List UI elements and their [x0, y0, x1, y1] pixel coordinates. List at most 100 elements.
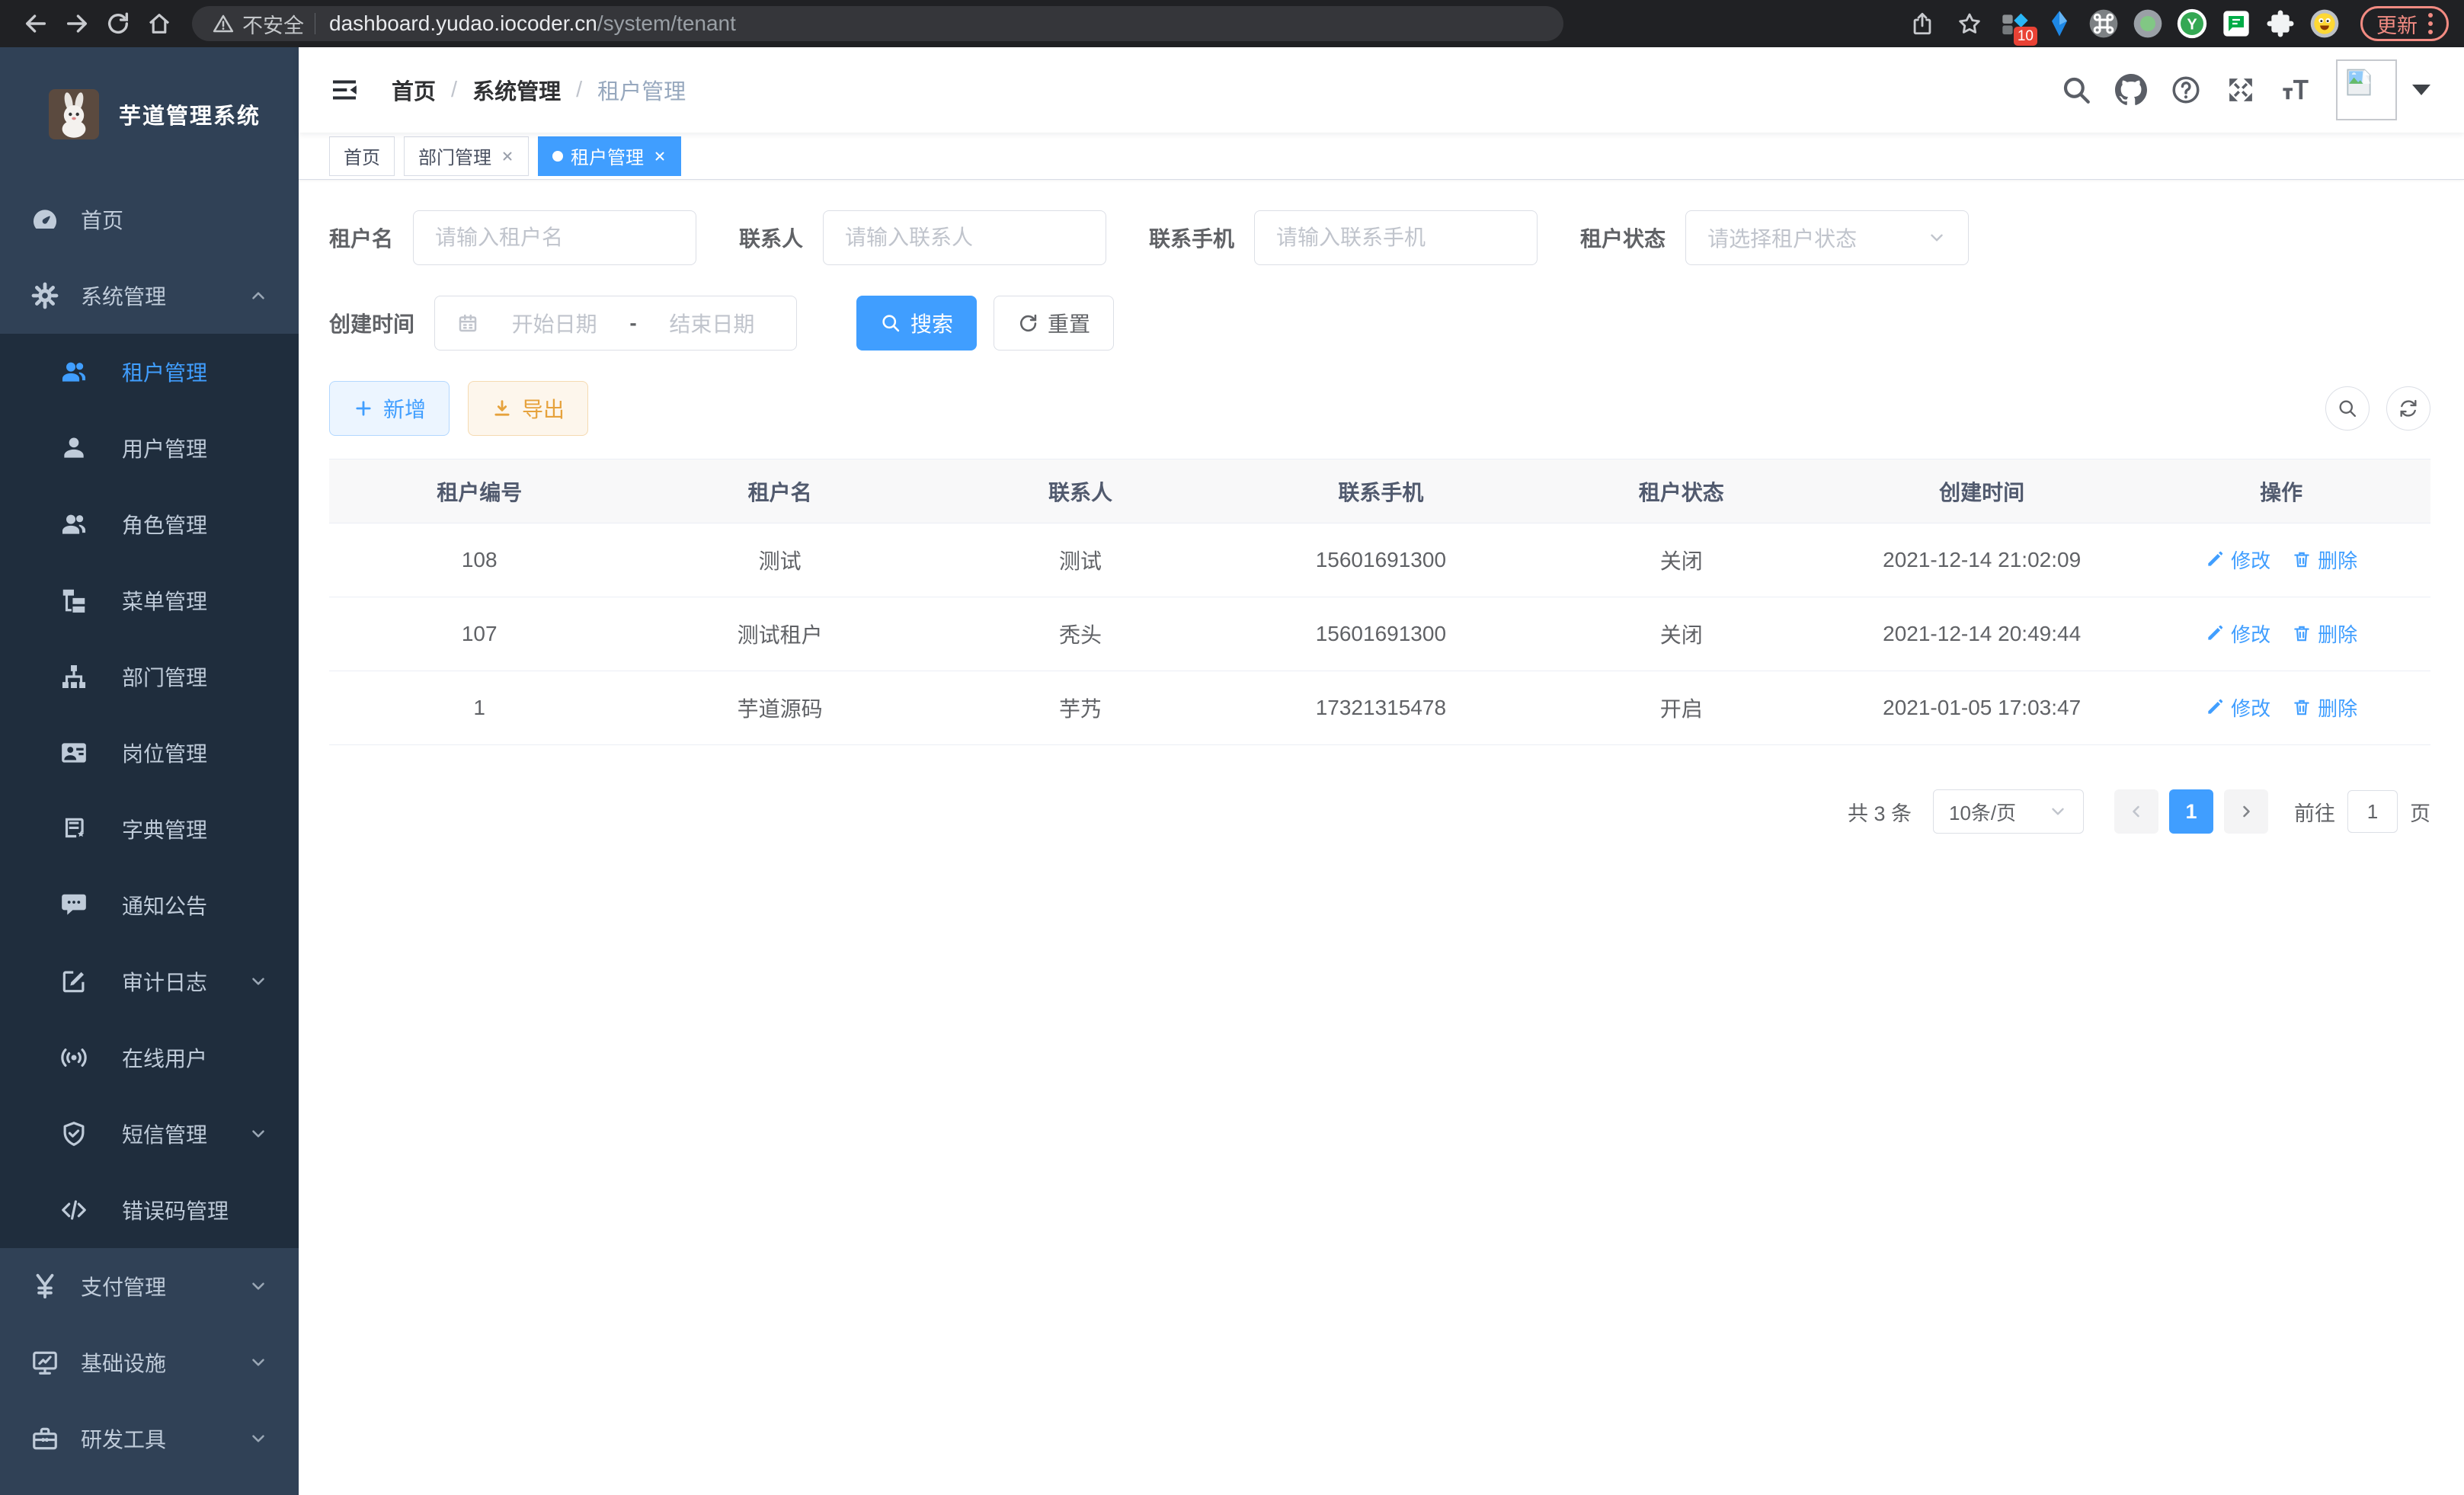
mobile-input[interactable]: [1254, 210, 1538, 265]
extension-kite-icon[interactable]: [2040, 5, 2078, 43]
sidebar-item-role[interactable]: 角色管理: [0, 486, 299, 562]
sidebar-item-online-users[interactable]: 在线用户: [0, 1020, 299, 1096]
sidebar-item-sms[interactable]: 短信管理: [0, 1096, 299, 1172]
delete-link[interactable]: 删除: [2292, 546, 2357, 574]
share-icon[interactable]: [1902, 5, 1943, 43]
page-size-select[interactable]: 10条/页: [1933, 789, 2084, 834]
extension-y-icon[interactable]: Y: [2173, 5, 2211, 43]
sidebar-item-menu[interactable]: 菜单管理: [0, 562, 299, 639]
close-icon[interactable]: [501, 149, 514, 163]
contact-input-native[interactable]: [845, 226, 1084, 250]
avatar[interactable]: [2336, 59, 2397, 120]
cell-mobile: 15601691300: [1230, 523, 1531, 597]
tenant-name-input[interactable]: [413, 210, 696, 265]
add-button[interactable]: 新增: [329, 381, 450, 436]
filter-contact: 联系人: [739, 210, 1106, 265]
filter-create-time: 创建时间 开始日期 - 结束日期: [329, 296, 797, 351]
tab-home[interactable]: 首页: [329, 136, 395, 176]
contact-input[interactable]: [823, 210, 1106, 265]
chrome-update-button[interactable]: 更新: [2360, 6, 2449, 41]
delete-link[interactable]: 删除: [2292, 619, 2357, 648]
page-number-1[interactable]: 1: [2169, 789, 2213, 834]
tab-tenant[interactable]: 租户管理: [538, 136, 681, 176]
edit-icon: [2205, 697, 2225, 717]
sidebar-item-infra[interactable]: 基础设施: [0, 1324, 299, 1401]
browser-reload-icon[interactable]: [98, 5, 139, 43]
sidebar-item-label: 菜单管理: [122, 585, 207, 616]
tenant-name-input-native[interactable]: [435, 226, 674, 250]
breadcrumb-home[interactable]: 首页: [392, 74, 436, 106]
edit-icon: [2205, 623, 2225, 643]
date-start-placeholder[interactable]: 开始日期: [491, 308, 617, 338]
tab-dept[interactable]: 部门管理: [404, 136, 529, 176]
search-icon[interactable]: [2059, 72, 2094, 107]
browser-right-controls: 10 Y 更新: [1582, 5, 2449, 43]
extensions-puzzle-icon[interactable]: [2261, 5, 2299, 43]
sidebar-item-payment[interactable]: 支付管理: [0, 1248, 299, 1324]
refresh-table-button[interactable]: [2386, 386, 2430, 431]
close-icon[interactable]: [653, 149, 667, 163]
field-label: 租户名: [329, 222, 393, 253]
sidebar-item-home[interactable]: 首页: [0, 181, 299, 258]
search-button[interactable]: 搜索: [856, 296, 977, 351]
yen-icon: [27, 1272, 62, 1301]
edit-link[interactable]: 修改: [2205, 619, 2270, 648]
sidebar-item-dict[interactable]: 字典管理: [0, 791, 299, 867]
sidebar-menu: 首页 系统管理 租户管理 用户管理 角色管理: [0, 181, 299, 1477]
sidebar-item-dev-tools[interactable]: 研发工具: [0, 1401, 299, 1477]
status-select[interactable]: 请选择租户状态: [1685, 210, 1969, 265]
browser-forward-icon[interactable]: [56, 5, 98, 43]
sidebar-item-notice[interactable]: 通知公告: [0, 867, 299, 943]
prev-page-button[interactable]: [2114, 789, 2158, 834]
browser-home-icon[interactable]: [139, 5, 180, 43]
search-icon: [880, 312, 901, 334]
sidebar-item-post[interactable]: 岗位管理: [0, 715, 299, 791]
col-contact: 联系人: [930, 459, 1230, 523]
toggle-search-button[interactable]: [2325, 386, 2370, 431]
font-size-icon[interactable]: [2278, 72, 2313, 107]
export-button[interactable]: 导出: [468, 381, 588, 436]
sidebar-item-user[interactable]: 用户管理: [0, 410, 299, 486]
edit-link[interactable]: 修改: [2205, 693, 2270, 722]
avatar-dropdown-icon[interactable]: [2412, 85, 2430, 95]
profile-emoji-icon[interactable]: [2306, 5, 2344, 43]
bookmark-star-icon[interactable]: [1949, 5, 1990, 43]
address-bar[interactable]: 不安全 dashboard.yudao.iocoder.cn/system/te…: [192, 6, 1563, 41]
security-label[interactable]: 不安全: [242, 9, 304, 39]
sidebar-collapse-icon[interactable]: [329, 75, 360, 105]
extension-tv-icon[interactable]: 10: [1996, 5, 2034, 43]
sidebar-item-error-code[interactable]: 错误码管理: [0, 1172, 299, 1248]
date-end-placeholder[interactable]: 结束日期: [649, 308, 775, 338]
reset-button[interactable]: 重置: [994, 296, 1114, 351]
extension-dot-icon[interactable]: [2129, 5, 2167, 43]
tab-label: 部门管理: [418, 142, 491, 169]
chevron-down-icon: [248, 972, 268, 991]
browser-back-icon[interactable]: [15, 5, 56, 43]
chrome-menu-icon[interactable]: [2428, 13, 2433, 34]
search-button-label: 搜索: [910, 308, 953, 338]
sidebar-item-dept[interactable]: 部门管理: [0, 639, 299, 715]
download-icon: [491, 398, 513, 419]
sidebar-item-system[interactable]: 系统管理: [0, 258, 299, 334]
mobile-input-native[interactable]: [1276, 226, 1515, 250]
github-icon[interactable]: [2114, 72, 2149, 107]
delete-link[interactable]: 删除: [2292, 693, 2357, 722]
breadcrumb-system[interactable]: 系统管理: [472, 74, 561, 106]
next-page-button[interactable]: [2224, 789, 2268, 834]
broadcast-icon: [56, 1043, 91, 1072]
extension-command-icon[interactable]: [2085, 5, 2123, 43]
edit-link[interactable]: 修改: [2205, 546, 2270, 574]
sidebar-item-label: 租户管理: [122, 357, 207, 387]
url-host[interactable]: dashboard.yudao.iocoder.cn: [329, 11, 597, 36]
url-path[interactable]: /system/tenant: [597, 11, 736, 36]
not-secure-icon[interactable]: [212, 12, 235, 35]
extension-chat-icon[interactable]: [2217, 5, 2255, 43]
date-range-picker[interactable]: 开始日期 - 结束日期: [434, 296, 797, 351]
sidebar-item-tenant[interactable]: 租户管理: [0, 334, 299, 410]
sidebar-item-audit-log[interactable]: 审计日志: [0, 943, 299, 1020]
sidebar-item-label: 审计日志: [122, 966, 207, 997]
fullscreen-icon[interactable]: [2223, 72, 2258, 107]
help-icon[interactable]: [2168, 72, 2203, 107]
breadcrumb-separator: /: [451, 78, 457, 103]
goto-page-input[interactable]: [2347, 790, 2398, 833]
